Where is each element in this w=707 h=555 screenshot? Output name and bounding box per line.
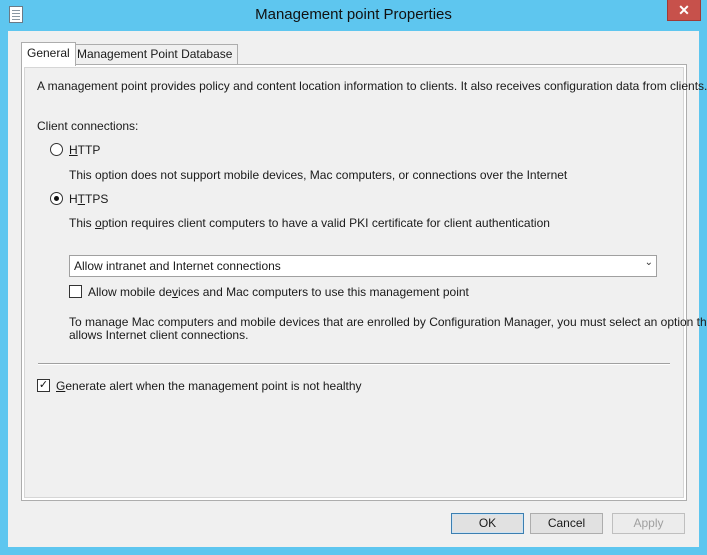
general-panel-body: A management point provides policy and c… [24, 67, 707, 498]
description-text: A management point provides policy and c… [37, 79, 707, 93]
properties-window: Management point Properties ✕ General Ma… [0, 0, 707, 555]
https-note-rest: ption requires client computers to have … [101, 216, 550, 230]
https-note: This option requires client computers to… [69, 216, 550, 230]
http-label-hotkey: H [69, 143, 78, 157]
https-radio[interactable] [50, 192, 63, 205]
https-label-hotkey: T [77, 192, 86, 206]
general-tab-panel: A management point provides policy and c… [21, 64, 707, 501]
dialog-client-area: General Management Point Database A mana… [8, 31, 707, 547]
section-divider [38, 363, 670, 365]
alert-checkbox[interactable]: ✓ [37, 379, 50, 392]
mobile-devices-label[interactable]: Allow mobile devices and Mac computers t… [88, 285, 469, 299]
connection-type-select[interactable]: Allow intranet and Internet connections … [69, 255, 657, 277]
client-connections-label: Client connections: [37, 119, 139, 133]
connection-type-value: Allow intranet and Internet connections [74, 259, 281, 273]
mobile-devices-checkbox[interactable] [69, 285, 82, 298]
http-label[interactable]: HTTP [69, 143, 100, 157]
mobile-label-pre: Allow mobile de [88, 285, 173, 299]
https-note-pre: This [69, 216, 96, 230]
alert-label[interactable]: Generate alert when the management point… [56, 379, 362, 393]
http-label-rest: TTP [77, 143, 101, 157]
mac-note-line-1: To manage Mac computers and mobile devic… [69, 315, 707, 329]
http-radio[interactable] [50, 143, 63, 156]
tab-general[interactable]: General [21, 42, 76, 66]
mac-note-line-2: allows Internet client connections. [69, 328, 249, 342]
https-note-hotkey: o [95, 216, 102, 230]
cancel-button[interactable]: Cancel [530, 513, 603, 534]
apply-button[interactable]: Apply [612, 513, 685, 534]
ok-button[interactable]: OK [451, 513, 524, 534]
title-bar[interactable]: Management point Properties ✕ [0, 0, 707, 32]
http-note: This option does not support mobile devi… [69, 168, 568, 182]
https-label-rest: TPS [85, 192, 109, 206]
https-label[interactable]: HTTPS [69, 192, 108, 206]
window-title: Management point Properties [255, 6, 452, 23]
https-label-pre: H [69, 192, 78, 206]
alert-label-rest: enerate alert when the management point … [65, 379, 362, 393]
chevron-down-icon[interactable]: ⌄ [645, 257, 653, 268]
mobile-label-rest: ices and Mac computers to use this manag… [178, 285, 469, 299]
alert-label-hotkey: G [56, 379, 66, 393]
tab-management-point-database[interactable]: Management Point Database [71, 44, 239, 65]
close-button[interactable]: ✕ [667, 0, 701, 21]
